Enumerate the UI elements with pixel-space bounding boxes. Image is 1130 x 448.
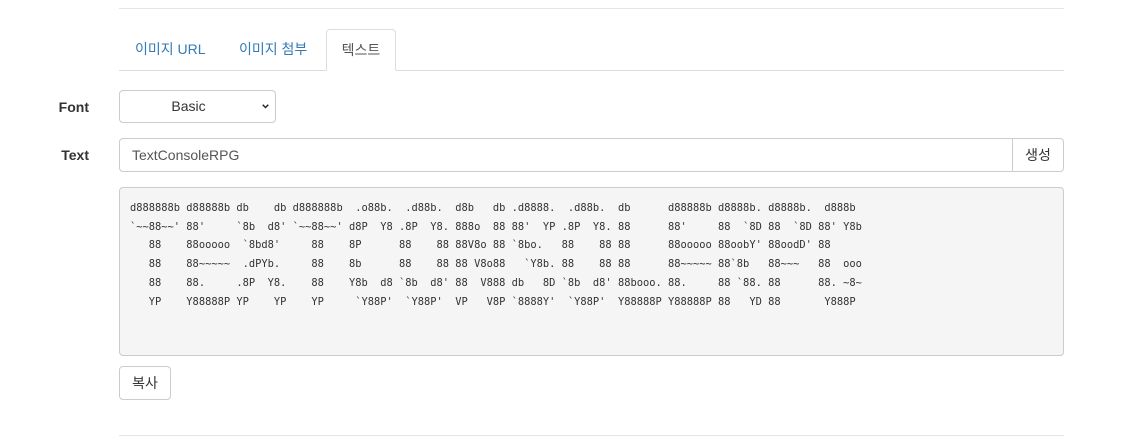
text-input[interactable]	[120, 139, 1012, 171]
ascii-output[interactable]: d888888b d88888b db db d888888b .o88b. .…	[119, 187, 1064, 356]
font-label: Font	[58, 99, 89, 115]
tab-bar: 이미지 URL 이미지 첨부 텍스트	[119, 29, 1064, 71]
font-select-value: Basic	[171, 98, 206, 114]
top-divider	[119, 8, 1064, 9]
tab-image-attach[interactable]: 이미지 첨부	[223, 29, 326, 70]
tab-text[interactable]: 텍스트	[326, 29, 396, 71]
font-select[interactable]: Basic	[119, 90, 276, 123]
bottom-divider	[119, 435, 1064, 436]
ascii-art-text: d888888b d88888b db db d888888b .o88b. .…	[130, 202, 862, 308]
generate-button[interactable]: 생성	[1012, 138, 1064, 172]
tab-image-url[interactable]: 이미지 URL	[119, 29, 223, 70]
chevron-down-icon	[262, 104, 269, 109]
copy-button[interactable]: 복사	[119, 366, 171, 400]
text-label: Text	[61, 147, 89, 163]
text-field[interactable]	[119, 138, 1013, 172]
